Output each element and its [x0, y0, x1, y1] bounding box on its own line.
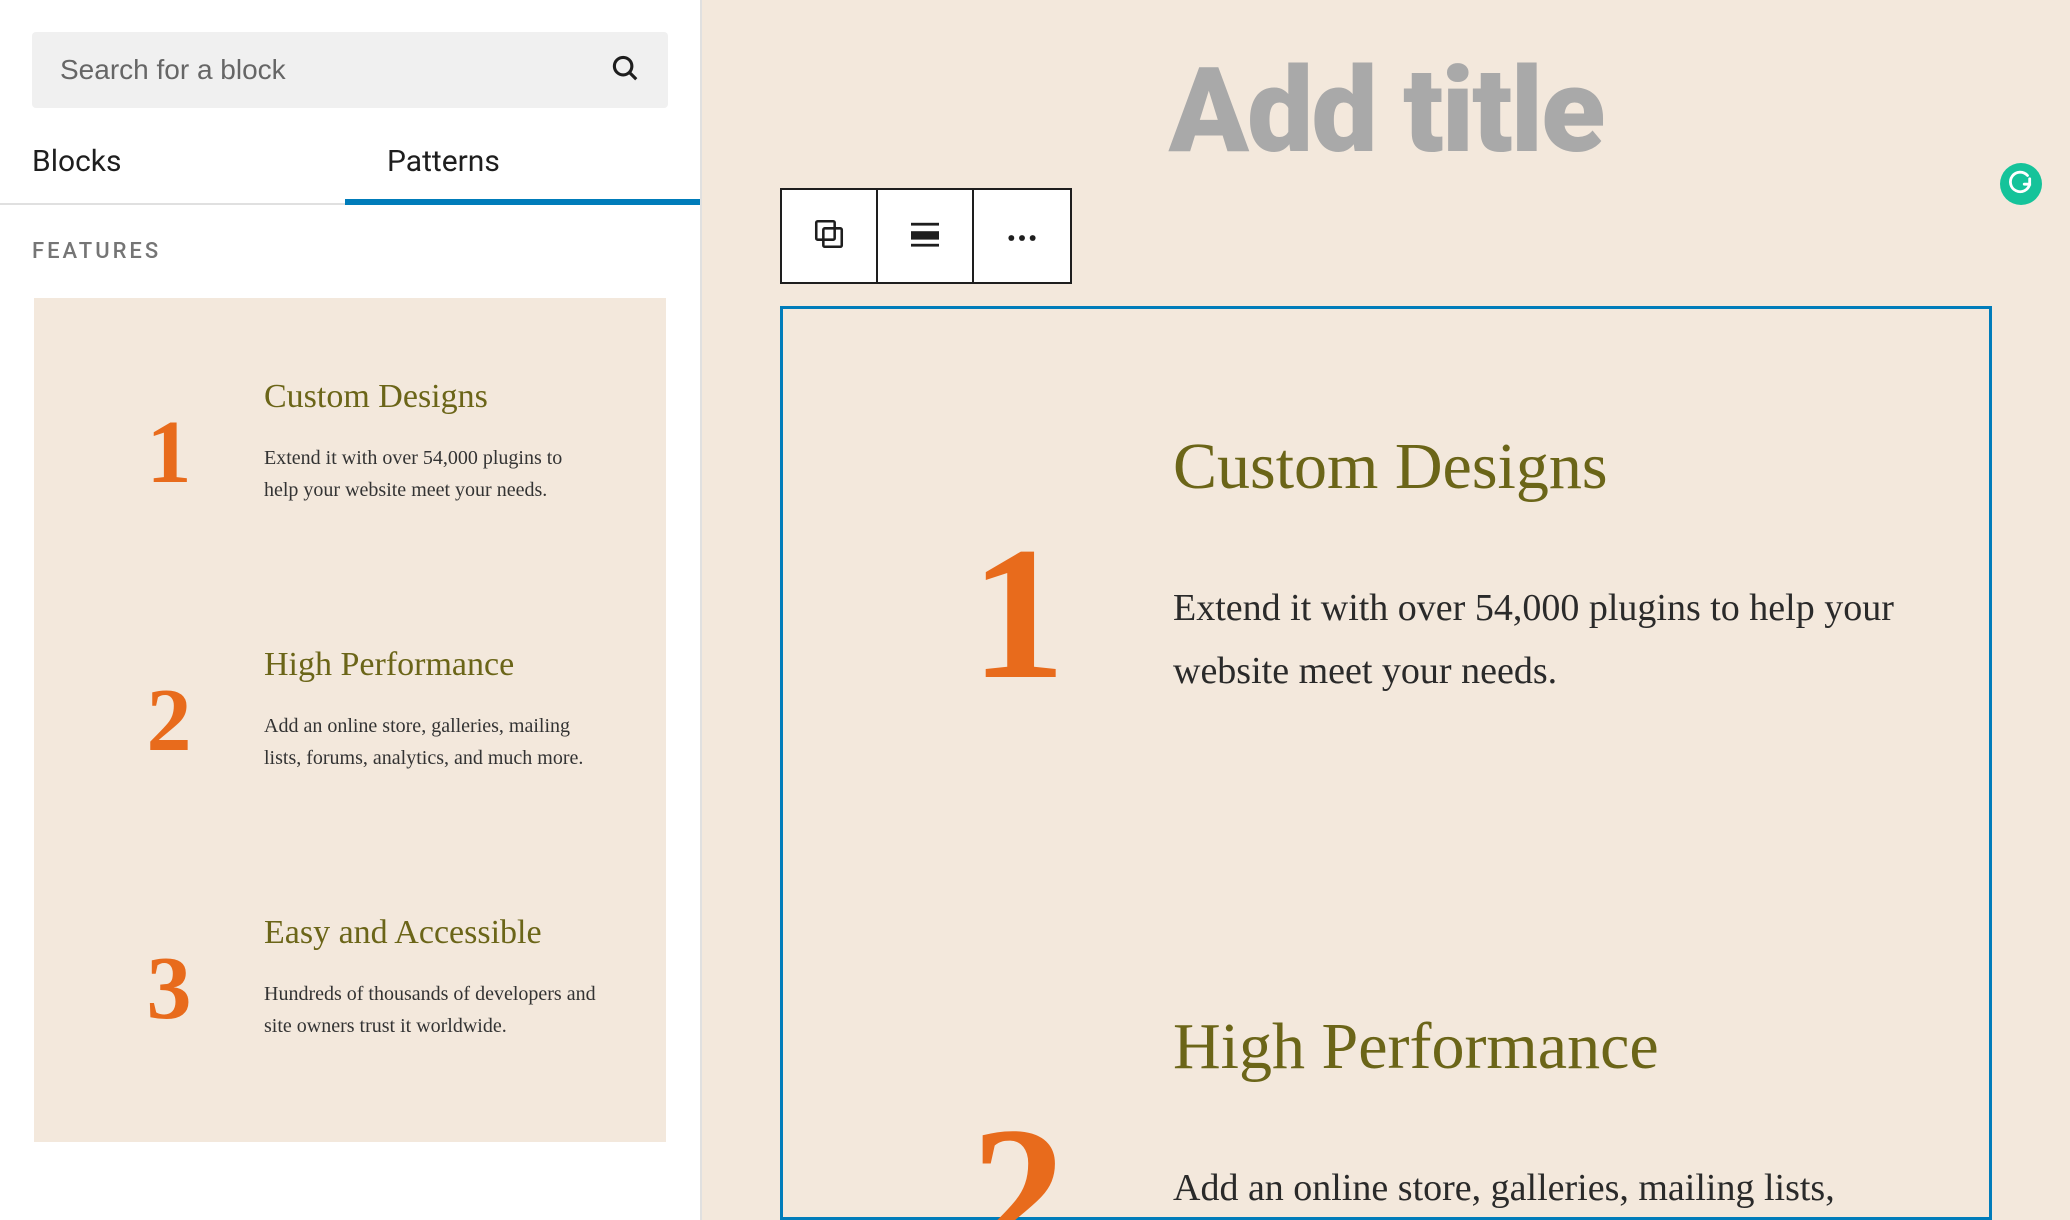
search-icon — [610, 53, 640, 87]
tab-patterns[interactable]: Patterns — [345, 118, 700, 203]
list-item: 1 Custom Designs Extend it with over 54,… — [74, 378, 626, 506]
feature-number: 1 — [74, 378, 264, 498]
feature-number: 3 — [74, 914, 264, 1034]
group-icon — [812, 217, 846, 255]
feature-number: 2 — [74, 646, 264, 766]
pattern-category-label: FEATURES — [0, 205, 700, 274]
feature-description: Add an online store, galleries, mailing … — [264, 710, 596, 774]
feature-description: Hundreds of thousands of developers and … — [264, 978, 596, 1042]
list-item: 2 High Performance Add an online store, … — [74, 646, 626, 774]
tab-blocks[interactable]: Blocks — [0, 118, 345, 203]
grammarly-icon — [2008, 169, 2034, 199]
list-item: 3 Easy and Accessible Hundreds of thousa… — [74, 914, 626, 1042]
block-type-button[interactable] — [782, 190, 878, 282]
feature-number[interactable]: 1 — [863, 429, 1173, 709]
block-inserter-sidebar: Blocks Patterns FEATURES 1 Custom Design… — [0, 0, 702, 1220]
alignment-button[interactable] — [878, 190, 974, 282]
more-options-button[interactable] — [974, 190, 1070, 282]
inserter-tabs: Blocks Patterns — [0, 118, 700, 205]
block-toolbar — [780, 188, 1072, 284]
feature-title[interactable]: High Performance — [1173, 1009, 1909, 1085]
feature-title: Easy and Accessible — [264, 914, 596, 952]
selected-pattern-block[interactable]: 1 Custom Designs Extend it with over 54,… — [780, 306, 1992, 1220]
align-icon — [908, 220, 942, 252]
search-input[interactable] — [60, 54, 610, 86]
feature-title: High Performance — [264, 646, 596, 684]
feature-description: Extend it with over 54,000 plugins to he… — [264, 442, 596, 506]
feature-number[interactable]: 2 — [863, 1009, 1173, 1220]
search-box[interactable] — [32, 32, 668, 108]
grammarly-badge[interactable] — [2000, 163, 2042, 205]
pattern-preview-card[interactable]: 1 Custom Designs Extend it with over 54,… — [34, 298, 666, 1142]
post-title-placeholder[interactable]: Add title — [702, 42, 2070, 180]
feature-title: Custom Designs — [264, 378, 596, 416]
ellipsis-icon — [1005, 227, 1039, 246]
list-item: 2 High Performance Add an online store, … — [863, 1009, 1909, 1220]
list-item: 1 Custom Designs Extend it with over 54,… — [863, 429, 1909, 709]
editor-canvas[interactable]: Add title — [702, 0, 2070, 1220]
feature-title[interactable]: Custom Designs — [1173, 429, 1909, 505]
feature-description[interactable]: Add an online store, galleries, mailing … — [1173, 1157, 1909, 1220]
feature-description[interactable]: Extend it with over 54,000 plugins to he… — [1173, 577, 1909, 702]
